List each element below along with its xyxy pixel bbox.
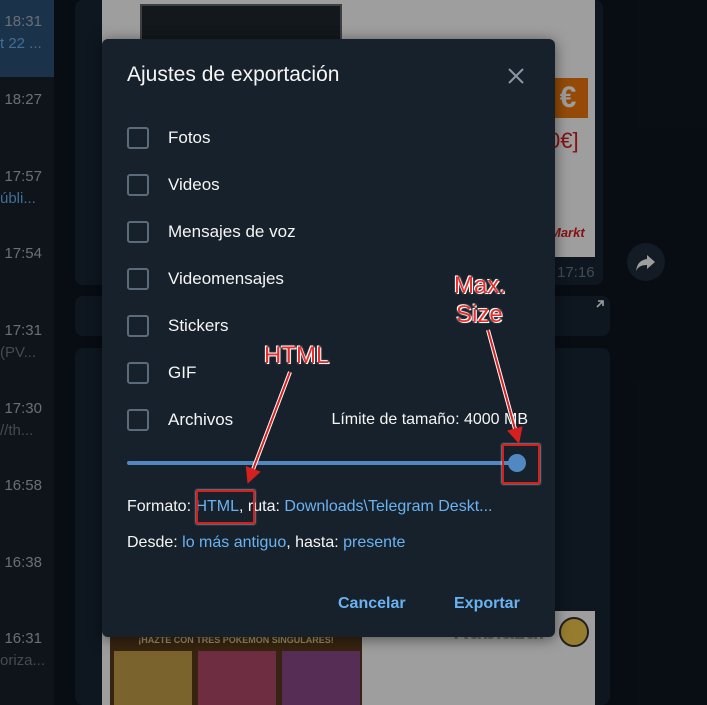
- annotation-arrow-html: [245, 371, 291, 484]
- annotation-arrow-size: [487, 329, 523, 444]
- annotation-arrows: [245, 329, 523, 484]
